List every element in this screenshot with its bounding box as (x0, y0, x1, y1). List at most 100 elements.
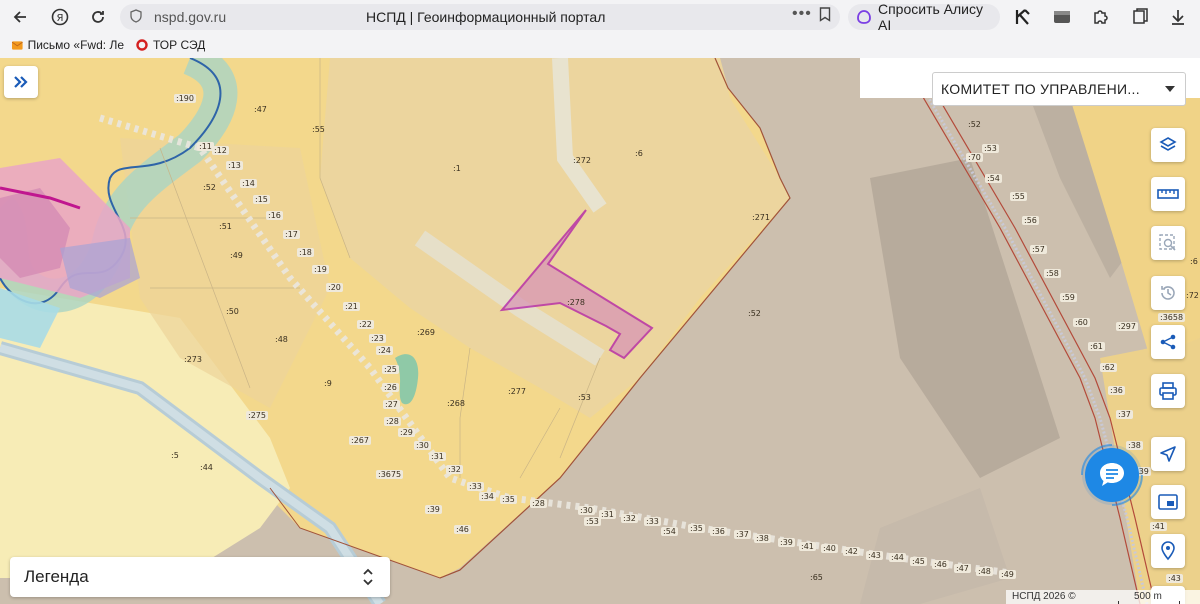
bookmark-icon[interactable] (819, 7, 831, 27)
parcel-label[interactable]: :271 (752, 213, 770, 222)
parcel-label[interactable]: :17 (283, 230, 300, 239)
parcel-label[interactable]: :53 (578, 393, 591, 402)
parcel-label[interactable]: :53 (584, 517, 601, 526)
parcel-label[interactable]: :9 (324, 379, 332, 388)
parcel-label[interactable]: :23 (369, 334, 386, 343)
parcel-label[interactable]: :37 (1116, 410, 1133, 419)
parcel-label[interactable]: :48 (275, 335, 288, 344)
parcel-label[interactable]: :3658 (1158, 313, 1186, 322)
parcel-label[interactable]: :18 (297, 248, 314, 257)
parcel-label[interactable]: :39 (425, 505, 442, 514)
map-canvas[interactable]: :190 :47 :55 :11 :12 :13 :52 :14 :15 :51… (0, 58, 1200, 604)
parcel-label[interactable]: :12 (212, 146, 229, 155)
parcel-label[interactable]: :297 (1116, 322, 1138, 331)
layers-button[interactable] (1151, 128, 1185, 162)
bookmark-item-tor[interactable]: ТОР СЭД (136, 38, 205, 52)
parcel-label[interactable]: :267 (349, 436, 371, 445)
parcel-label[interactable]: :31 (429, 452, 446, 461)
parcel-label[interactable]: :30 (414, 441, 431, 450)
parcel-label[interactable]: :22 (357, 320, 374, 329)
parcel-label[interactable]: :40 (821, 544, 838, 553)
parcel-label[interactable]: :49 (230, 251, 243, 260)
parcel-label[interactable]: :278 (567, 298, 585, 307)
parcel-label[interactable]: :59 (1060, 293, 1077, 302)
parcel-label[interactable]: :277 (508, 387, 526, 396)
parcel-label[interactable]: :45 (910, 557, 927, 566)
print-button[interactable] (1151, 374, 1185, 408)
parcel-label[interactable]: :28 (384, 417, 401, 426)
parcel-label[interactable]: :48 (976, 567, 993, 576)
history-button[interactable] (1151, 276, 1185, 310)
parcel-label[interactable]: :38 (754, 534, 771, 543)
parcel-label[interactable]: :33 (644, 517, 661, 526)
parcel-label[interactable]: :41 (799, 542, 816, 551)
parcel-label[interactable]: :53 (982, 144, 999, 153)
parcel-label[interactable]: :34 (479, 492, 496, 501)
parcel-label[interactable]: :46 (454, 525, 471, 534)
expand-sidebar-button[interactable] (4, 66, 38, 98)
extension-box-icon[interactable] (1052, 7, 1072, 27)
parcel-label[interactable]: :15 (253, 195, 270, 204)
parcel-label[interactable]: :13 (226, 161, 243, 170)
parcel-label[interactable]: :49 (999, 570, 1016, 579)
parcel-label[interactable]: :273 (184, 355, 202, 364)
parcel-label[interactable]: :272 (573, 156, 591, 165)
layer-select[interactable]: КОМИТЕТ ПО УПРАВЛЕНИ... (932, 72, 1186, 106)
parcel-label[interactable]: :31 (599, 510, 616, 519)
parcel-label[interactable]: :62 (1100, 363, 1117, 372)
parcel-label[interactable]: :268 (447, 399, 465, 408)
parcel-label[interactable]: :61 (1088, 342, 1105, 351)
parcel-label[interactable]: :35 (500, 495, 517, 504)
share-button[interactable] (1151, 325, 1185, 359)
parcel-label[interactable]: :27 (383, 400, 400, 409)
reload-icon[interactable] (87, 6, 109, 28)
ruler-button[interactable] (1151, 177, 1185, 211)
area-select-button[interactable] (1151, 226, 1185, 260)
parcel-label[interactable]: :39 (778, 538, 795, 547)
parcel-label[interactable]: :190 (174, 94, 196, 103)
parcel-label[interactable]: :275 (246, 411, 268, 420)
parcel-label[interactable]: :14 (240, 179, 257, 188)
parcel-label[interactable]: :30 (578, 506, 595, 515)
parcel-label[interactable]: :37 (734, 530, 751, 539)
parcel-label[interactable]: :44 (200, 463, 213, 472)
parcel-label[interactable]: :52 (748, 309, 761, 318)
extension-k-icon[interactable] (1013, 7, 1033, 27)
parcel-label[interactable]: :36 (710, 527, 727, 536)
parcel-label[interactable]: :43 (866, 551, 883, 560)
address-bar[interactable]: nspd.gov.ru НСПД | Геоинформационный пор… (120, 4, 840, 30)
parcel-label[interactable]: :16 (266, 211, 283, 220)
parcel-label[interactable]: :55 (1010, 192, 1027, 201)
parcel-label[interactable]: :58 (1044, 269, 1061, 278)
bookmark-item-mail[interactable]: Письмо «Fwd: Ле (12, 38, 124, 52)
parcel-label[interactable]: :33 (467, 482, 484, 491)
parcel-label[interactable]: :44 (889, 553, 906, 562)
parcel-label[interactable]: :60 (1073, 318, 1090, 327)
parcel-label[interactable]: :6 (1190, 257, 1198, 266)
parcel-label[interactable]: :6 (635, 149, 643, 158)
parcel-label[interactable]: :70 (966, 153, 983, 162)
collections-icon[interactable] (1130, 7, 1150, 27)
parcel-label[interactable]: :5 (171, 451, 179, 460)
parcel-label[interactable]: :42 (843, 547, 860, 556)
chat-button[interactable] (1085, 448, 1139, 502)
window-button[interactable] (1151, 485, 1185, 519)
back-icon[interactable] (10, 6, 32, 28)
parcel-label[interactable]: :50 (226, 307, 239, 316)
parcel-label[interactable]: :72 (1186, 291, 1199, 300)
puzzle-icon[interactable] (1091, 7, 1111, 27)
parcel-label[interactable]: :54 (985, 174, 1002, 183)
locate-button[interactable] (1151, 437, 1185, 471)
parcel-label[interactable]: :36 (1108, 386, 1125, 395)
parcel-label[interactable]: :47 (954, 564, 971, 573)
parcel-label[interactable]: :56 (1022, 216, 1039, 225)
parcel-label[interactable]: :65 (810, 573, 823, 582)
geo-search-button[interactable] (1151, 534, 1185, 568)
parcel-label[interactable]: :52 (968, 120, 981, 129)
parcel-label[interactable]: :46 (932, 560, 949, 569)
parcel-label[interactable]: :26 (382, 383, 399, 392)
parcel-label[interactable]: :52 (203, 183, 216, 192)
parcel-label[interactable]: :3675 (376, 470, 404, 479)
parcel-label[interactable]: :1 (453, 164, 461, 173)
parcel-label[interactable]: :28 (530, 499, 547, 508)
